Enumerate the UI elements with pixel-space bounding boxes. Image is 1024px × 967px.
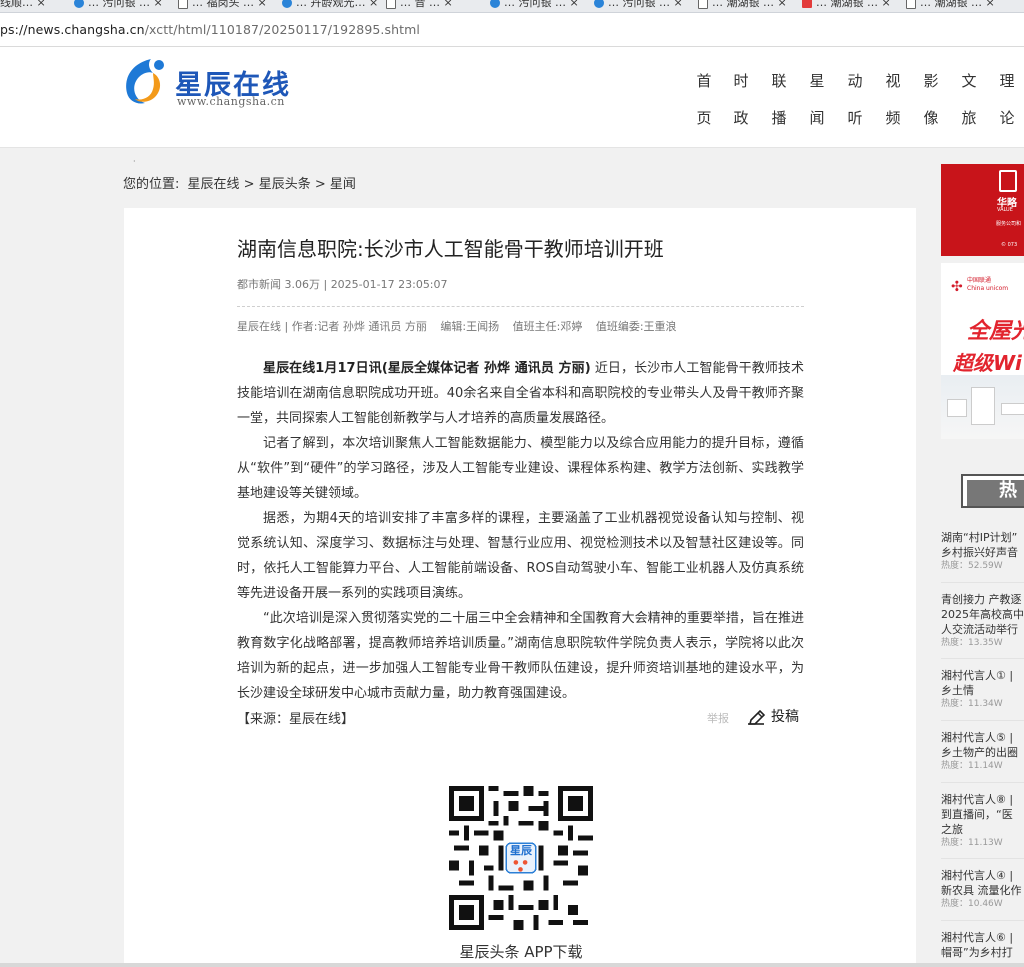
nav-audio[interactable]: 动听: [845, 63, 865, 137]
browser-tab[interactable]: … 音 … ×: [382, 0, 489, 12]
nav-culture-travel[interactable]: 文旅: [959, 63, 979, 137]
logo-url: www.changsha.cn: [177, 95, 285, 108]
credit-duty-director: 值班主任:邓婷: [512, 320, 583, 333]
hot-list-item[interactable]: 湖南“村IP计划” 乡村振兴好声音 热度：52.59W: [941, 530, 1024, 583]
nav-news[interactable]: 星闻: [807, 63, 827, 137]
hot-list-heading: 热: [961, 474, 1024, 508]
decorative-dot: ·: [133, 157, 136, 166]
document-icon: [698, 0, 708, 9]
browser-tab[interactable]: … 卉龄观光… ×: [278, 0, 385, 12]
site-header: 星辰在线 www.changsha.cn 首页 时政 联播 星闻 动听 视频 影…: [0, 47, 1024, 148]
hot-list-item[interactable]: 青创接力 产教逐 2025年高校高中 人交流活动举行 热度：13.35W: [941, 592, 1024, 659]
nav-video[interactable]: 视频: [883, 63, 903, 137]
logo-swirl-icon: [126, 59, 164, 104]
unicom-logo-icon: ✣: [951, 279, 963, 295]
document-icon: [386, 0, 396, 9]
hot-list-item[interactable]: 湘村代言人④ | 新农具 流量化作 热度：10.46W: [941, 868, 1024, 921]
url-text[interactable]: ps://news.changsha.cn/xctt/html/110187/2…: [0, 22, 420, 37]
globe-icon: [594, 0, 604, 8]
browser-tab[interactable]: … 福岗头 … ×: [174, 0, 281, 12]
qr-dots: ● ● ●: [513, 859, 529, 873]
browser-tab[interactable]: … 潮湖银 … ×: [902, 0, 1024, 12]
pen-icon: [748, 709, 766, 725]
nav-broadcast[interactable]: 联播: [769, 63, 789, 137]
qr-center: 星辰 ● ● ●: [449, 786, 593, 930]
paragraph: 星辰在线1月17日讯(星辰全媒体记者 孙烨 通讯员 方丽) 近日，长沙市人工智能…: [237, 361, 804, 426]
credit-source-author: 星辰在线 | 作者:记者 孙烨 通讯员 方丽: [237, 320, 427, 333]
source-row: 【来源：星辰在线】 举报 投稿: [237, 706, 804, 730]
nav-images[interactable]: 影像: [921, 63, 941, 137]
browser-tab-strip: …回线顺… × … 污问银 … × … 福岗头 … × … 卉龄观光… × … …: [0, 0, 1024, 13]
lead-dateline: 星辰在线1月17日讯(星辰全媒体记者 孙烨 通讯员 方丽): [263, 361, 591, 376]
browser-tab[interactable]: … 污问银 … ×: [590, 0, 697, 12]
paragraph: 据悉，为期4天的培训安排了丰富多样的课程，主要涵盖了工业机器视觉设备认知与控制、…: [237, 511, 804, 601]
document-icon: [178, 0, 188, 9]
hot-list-item[interactable]: 湘村代言人⑧ | 到直播间，“医 之旅 热度：11.13W: [941, 792, 1024, 859]
paragraph: “此次培训是深入贯彻落实党的二十届三中全会精神和全国教育大会精神的重要举措，旨在…: [237, 611, 804, 701]
credit-duty-editor: 值班编委:王重浪: [595, 320, 677, 333]
browser-tab[interactable]: … 潮湖银 … ×: [798, 0, 905, 12]
globe-icon: [282, 0, 292, 8]
paragraph: 记者了解到，本次培训聚焦人工智能数据能力、模型能力以及综合应用能力的提升目标，遵…: [237, 436, 804, 501]
address-bar[interactable]: ps://news.changsha.cn/xctt/html/110187/2…: [0, 13, 1024, 47]
red-doc-icon: [802, 0, 812, 8]
breadcrumb: 您的位置: 星辰在线 > 星辰头条 > 星闻: [123, 173, 360, 192]
qr-caption: 星辰头条 APP下载: [459, 943, 583, 961]
hot-list-item[interactable]: 湘村代言人⑤ | 乡土物产的出圈 热度：11.14W: [941, 730, 1024, 783]
article-source: 【来源：星辰在线】: [237, 712, 355, 727]
nav-politics[interactable]: 时政: [731, 63, 751, 137]
browser-tab[interactable]: … 潮湖银 … ×: [694, 0, 801, 12]
article-credits: 星辰在线 | 作者:记者 孙烨 通讯员 方丽 编辑:王闻扬 值班主任:邓婷 值班…: [237, 318, 687, 334]
horizontal-scrollbar[interactable]: [0, 963, 1024, 967]
qr-badge: 星辰: [510, 844, 532, 857]
article-meta: 都市新闻 3.06万 | 2025-01-17 23:05:07: [237, 278, 448, 291]
credit-editor: 编辑:王闻扬: [440, 320, 500, 333]
browser-tab[interactable]: … 污问银 … ×: [70, 0, 177, 12]
ad-banner-1[interactable]: 华略 VALUE 服务公司和 © 073: [941, 164, 1024, 256]
globe-icon: [490, 0, 500, 8]
browser-tab[interactable]: … 污问银 … ×: [486, 0, 593, 12]
nav-theory[interactable]: 理论: [997, 63, 1017, 137]
right-sidebar: 华略 VALUE 服务公司和 © 073 ✣ 中国联通 China unicom …: [941, 164, 1024, 967]
hot-list-item[interactable]: 湘村代言人⑥ | 帽哥”为乡村打: [941, 930, 1024, 967]
breadcrumb-trail[interactable]: 星辰在线 > 星辰头条 > 星闻: [188, 177, 356, 192]
ad-brand: 中国联通 China unicom: [967, 277, 1009, 292]
site-logo[interactable]: 星辰在线 www.changsha.cn: [123, 55, 303, 109]
report-link[interactable]: 举报: [707, 710, 729, 726]
globe-icon: [74, 0, 84, 8]
breadcrumb-label: 您的位置:: [123, 177, 180, 192]
ad-logo-icon: [999, 170, 1017, 192]
document-icon: [906, 0, 916, 9]
browser-tab[interactable]: …回线顺… ×: [0, 0, 73, 12]
article-body: 星辰在线1月17日讯(星辰全媒体记者 孙烨 通讯员 方丽) 近日，长沙市人工智能…: [237, 356, 804, 706]
nav-home[interactable]: 首页: [694, 63, 714, 137]
submit-button[interactable]: 投稿: [745, 706, 799, 727]
hot-list-item[interactable]: 湘村代言人① | 乡土情 热度：11.34W: [941, 668, 1024, 721]
article-card: 湖南信息职院:长沙市人工智能骨干教师培训开班 都市新闻 3.06万 | 2025…: [124, 208, 916, 967]
article-title: 湖南信息职院:长沙市人工智能骨干教师培训开班: [237, 237, 664, 261]
divider: [237, 306, 804, 307]
ad-banner-2[interactable]: ✣ 中国联通China unicom 全屋光 超级Wi: [941, 263, 1024, 439]
